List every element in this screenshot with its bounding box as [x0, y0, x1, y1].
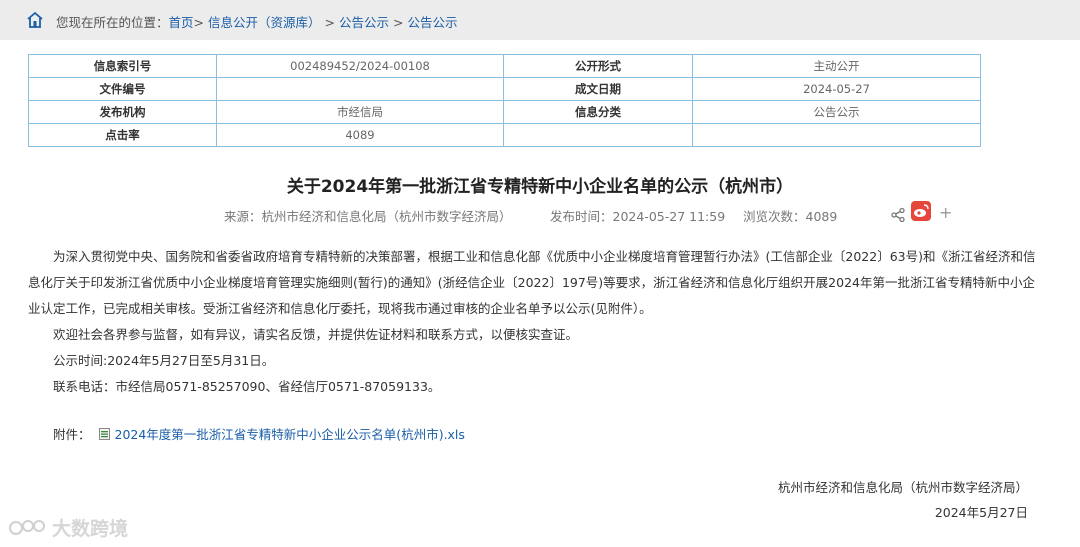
- more-share-icon[interactable]: +: [939, 203, 952, 222]
- info-meta-table: 信息索引号 002489452/2024-00108 公开形式 主动公开 文件编…: [28, 54, 981, 147]
- table-row: 信息索引号 002489452/2024-00108 公开形式 主动公开: [28, 54, 981, 78]
- xls-file-icon: [98, 428, 110, 440]
- attachment-label: 附件：: [53, 427, 91, 442]
- meta-key: 文件编号: [28, 77, 217, 101]
- meta-value: 公告公示: [692, 100, 981, 124]
- home-icon[interactable]: [26, 11, 44, 29]
- meta-value: 主动公开: [692, 54, 981, 78]
- breadcrumb-bar: 您现在所在的位置：首页> 信息公开（资源库） > 公告公示 > 公告公示: [0, 0, 1080, 40]
- article-paragraph: 为深入贯彻党中央、国务院和省委省政府培育专精特新的决策部署，根据工业和信息化部《…: [28, 249, 1036, 316]
- breadcrumb: 您现在所在的位置：首页> 信息公开（资源库） > 公告公示 > 公告公示: [56, 12, 457, 31]
- meta-key: 点击率: [28, 123, 217, 147]
- meta-value: [692, 123, 981, 147]
- breadcrumb-separator: >: [392, 15, 404, 30]
- watermark-text: 大数跨境: [52, 518, 129, 540]
- meta-key: 公开形式: [503, 54, 693, 78]
- breadcrumb-announcement-current[interactable]: 公告公示: [407, 15, 457, 30]
- article-title: 关于2024年第一批浙江省专精特新中小企业名单的公示（杭州市）: [286, 177, 794, 197]
- weibo-icon[interactable]: [911, 201, 931, 221]
- article-views: 浏览次数：4089: [743, 209, 838, 224]
- breadcrumb-announcement[interactable]: 公告公示: [339, 15, 389, 30]
- watermark-logo-icon: [9, 520, 45, 535]
- breadcrumb-home[interactable]: 首页: [169, 15, 194, 30]
- meta-value: 2024-05-27: [692, 77, 981, 101]
- share-icon[interactable]: [890, 207, 906, 223]
- meta-value: 市经信局: [216, 100, 504, 124]
- breadcrumb-info-public[interactable]: 信息公开（资源库）: [208, 15, 321, 30]
- article-source: 来源：杭州市经济和信息化局（杭州市数字经济局）: [224, 209, 512, 224]
- meta-key: 成文日期: [503, 77, 693, 101]
- table-row: 文件编号 成文日期 2024-05-27: [28, 77, 981, 101]
- meta-key: [503, 123, 693, 147]
- meta-value: 002489452/2024-00108: [216, 54, 504, 78]
- article-body: 为深入贯彻党中央、国务院和省委省政府培育专精特新的决策部署，根据工业和信息化部《…: [28, 244, 1038, 400]
- meta-key: 信息分类: [503, 100, 693, 124]
- table-row: 发布机构 市经信局 信息分类 公告公示: [28, 100, 981, 124]
- article-paragraph: 欢迎社会各界参与监督，如有异议，请实名反馈，并提供佐证材料和联系方式，以便核实查…: [53, 327, 579, 342]
- signature-org: 杭州市经济和信息化局（杭州市数字经济局）: [777, 480, 1028, 495]
- attachment-link[interactable]: 2024年度第一批浙江省专精特新中小企业公示名单(杭州市).xls: [115, 427, 465, 442]
- attachment: 附件： 2024年度第一批浙江省专精特新中小企业公示名单(杭州市).xls: [53, 424, 465, 443]
- meta-key: 发布机构: [28, 100, 217, 124]
- table-row: 点击率 4089: [28, 123, 981, 147]
- meta-value: 4089: [216, 123, 504, 147]
- article-paragraph: 公示时间:2024年5月27日至5月31日。: [53, 353, 275, 368]
- signature-date: 2024年5月27日: [934, 505, 1028, 520]
- article-publish-time: 发布时间：2024-05-27 11:59: [550, 209, 726, 224]
- breadcrumb-separator: >: [193, 15, 205, 30]
- watermark: 大数跨境: [8, 514, 128, 541]
- breadcrumb-separator: >: [324, 15, 335, 30]
- article-paragraph: 联系电话：市经信局0571-85257090、省经信厅0571-87059133…: [53, 379, 441, 394]
- meta-value: [216, 77, 504, 101]
- breadcrumb-prefix: 您现在所在的位置：: [56, 15, 169, 30]
- meta-key: 信息索引号: [28, 54, 217, 78]
